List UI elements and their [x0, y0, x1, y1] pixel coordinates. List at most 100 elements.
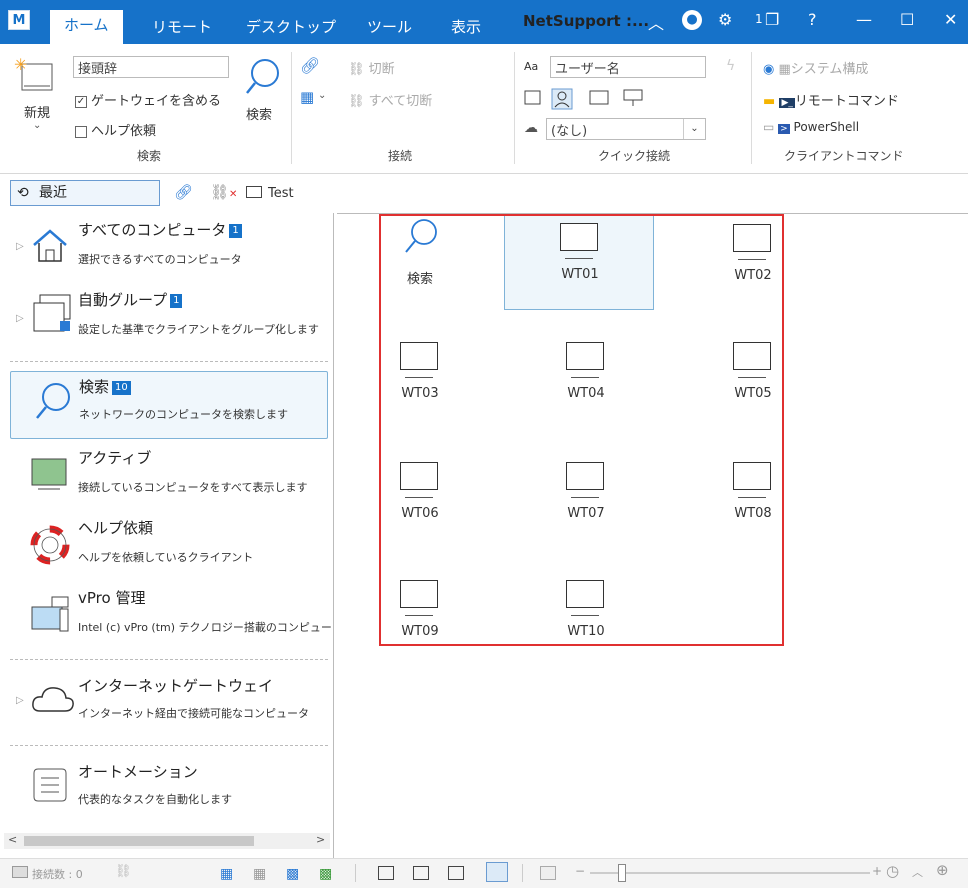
new-icon[interactable]: ✳ — [14, 56, 56, 94]
search-button[interactable]: 検索 — [246, 104, 272, 123]
scrollbar-thumb[interactable] — [24, 836, 254, 846]
collapse-ribbon-icon[interactable]: ︿ — [648, 10, 664, 34]
remote-command-button[interactable]: ▬ ▶_ リモートコマンド — [763, 90, 899, 109]
include-gateway-label: ゲートウェイを含める — [91, 94, 222, 109]
grid-connect-icon[interactable]: ▦ — [300, 88, 314, 106]
system-config-label: システム構成 — [790, 62, 869, 77]
tab-view[interactable]: 表示 — [437, 12, 495, 44]
test-label[interactable]: Test — [268, 186, 294, 201]
recent-dropdown[interactable]: ⟲ 最近 — [10, 180, 160, 206]
history-icon: ⟲ — [17, 185, 29, 201]
connection-count: 接続数 : 0 — [32, 868, 83, 881]
sidebar-item-title: オートメーション — [78, 763, 198, 781]
recent-label: 最近 — [39, 185, 67, 201]
eye-icon: ◉ — [763, 62, 779, 77]
link-icon[interactable]: 🔗︎ — [174, 183, 193, 201]
chevron-down-icon[interactable]: ⌄ — [318, 90, 326, 101]
clock-icon[interactable]: ◷ — [886, 862, 899, 880]
folder-icon: ▬ — [763, 94, 776, 109]
network-select[interactable]: (なし) ⌄ — [546, 118, 706, 140]
help-icon[interactable]: ? — [808, 10, 817, 29]
grid-icon: ▦ — [778, 62, 791, 77]
sidebar-item-all-computers[interactable]: ▷ すべてのコンピュータ 1 選択できるすべてのコンピュータ — [10, 217, 328, 281]
small-icons-view-icon[interactable]: ▦ — [253, 866, 269, 882]
scroll-right-icon[interactable]: > — [316, 833, 325, 846]
search-icon[interactable] — [244, 56, 282, 98]
sidebar-item-title: インターネットゲートウェイ — [78, 677, 274, 695]
group-divider — [291, 52, 292, 164]
connection-icon — [12, 866, 28, 878]
sidebar-item-desc: ネットワークのコンピュータを検索します — [79, 408, 288, 421]
new-dropdown-icon[interactable]: ⌄ — [33, 120, 41, 131]
gear-icon[interactable]: ⚙ — [718, 10, 732, 29]
notification-icon[interactable]: ❐ — [765, 10, 779, 29]
powershell-button[interactable]: ▭ > PowerShell — [763, 120, 859, 134]
expand-icon[interactable]: ▷ — [16, 313, 24, 324]
zoom-fit-icon[interactable] — [540, 866, 556, 880]
list-view-icon[interactable] — [378, 866, 394, 880]
large-icons-view-icon[interactable]: ▦ — [220, 866, 236, 882]
sidebar-item-title: vPro 管理 — [78, 589, 146, 607]
maximize-icon[interactable]: ☐ — [900, 10, 914, 29]
scroll-left-icon[interactable]: < — [8, 833, 17, 846]
sidebar-item-vpro[interactable]: vPro 管理 Intel (c) vPro (tm) テクノロジー搭載のコンピ… — [10, 587, 332, 651]
thumbnail-view-icon[interactable] — [486, 862, 508, 882]
image-icon: ▭ — [763, 120, 779, 134]
prefix-input[interactable]: 接頭辞 — [73, 56, 229, 78]
sidebar-item-help-request[interactable]: ヘルプ依頼 ヘルプを依頼しているクライアント — [10, 517, 328, 581]
include-gateway-checkbox[interactable]: ✓ ゲートウェイを含める — [75, 90, 221, 109]
sidebar-item-desc: ヘルプを依頼しているクライアント — [78, 551, 254, 564]
chevron-up-icon[interactable]: ︿ — [912, 864, 923, 880]
divider — [522, 864, 523, 882]
sidebar-item-active[interactable]: アクティブ 接続しているコンピュータをすべて表示します — [10, 447, 328, 511]
columns-view-icon[interactable] — [448, 866, 464, 880]
monitor-icon — [589, 90, 609, 105]
help-request-checkbox[interactable]: ヘルプ依頼 — [75, 120, 156, 139]
quick-connect-group-label: クイック接続 — [598, 149, 671, 163]
sidebar-item-automation[interactable]: オートメーション 代表的なタスクを自動化します — [10, 755, 328, 819]
tile-view-icon[interactable]: ▩ — [286, 866, 302, 882]
powershell-label: PowerShell — [793, 120, 860, 134]
new-button[interactable]: 新規 — [24, 102, 50, 121]
home-icon — [33, 229, 67, 262]
tab-home[interactable]: ホーム — [50, 10, 123, 44]
sidebar-item-auto-groups[interactable]: ▷ 自動グループ 1 設定した基準でクライアントをグループ化します — [10, 287, 328, 351]
group-icon — [33, 294, 71, 332]
zoom-slider-thumb[interactable] — [618, 864, 626, 882]
zoom-slider[interactable] — [590, 872, 870, 874]
magnifier-plus-icon[interactable]: ⊕ — [936, 861, 949, 879]
zoom-out-icon[interactable]: − — [575, 864, 585, 878]
scroll-icon — [33, 768, 67, 802]
chevron-down-icon[interactable]: ⌄ — [683, 119, 705, 139]
client-command-group-label: クライアントコマンド — [784, 149, 904, 163]
close-icon[interactable]: ✕ — [944, 10, 957, 29]
zoom-in-icon[interactable]: + — [872, 864, 882, 878]
user-icon[interactable]: ● — [682, 10, 702, 30]
lightning-icon[interactable]: ϟ — [726, 58, 735, 74]
system-config-button: ◉ ▦システム構成 — [763, 58, 868, 77]
unlink-icon[interactable]: ⛓✕ — [210, 183, 237, 201]
sidebar-scrollbar[interactable]: < > — [4, 833, 330, 849]
tab-remote[interactable]: リモート — [138, 12, 226, 44]
sidebar-item-internet-gateway[interactable]: ▷ インターネットゲートウェイ インターネット経由で接続可能なコンピュータ — [10, 669, 328, 733]
expand-icon[interactable]: ▷ — [16, 241, 24, 252]
window-title: NetSupport :... — [523, 12, 650, 30]
link-icon[interactable]: 🔗︎ — [300, 56, 320, 75]
checkbox-checked-icon[interactable]: ✓ — [75, 95, 87, 108]
divider — [10, 745, 328, 746]
vpro-icon — [31, 596, 69, 632]
expand-icon[interactable]: ▷ — [16, 695, 24, 706]
minimize-icon[interactable]: — — [856, 10, 872, 29]
disconnect-all-button: ⛓ すべて切断 — [348, 90, 432, 109]
tab-tools[interactable]: ツール — [353, 12, 426, 44]
tab-desktop[interactable]: デスクトップ — [232, 12, 350, 44]
app-icon[interactable]: M — [8, 10, 30, 30]
checkbox-icon[interactable] — [75, 125, 87, 138]
details-view-icon[interactable] — [413, 866, 429, 880]
sidebar-item-desc: 選択できるすべてのコンピュータ — [78, 253, 242, 266]
sidebar-item-search[interactable]: 検索 10 ネットワークのコンピュータを検索します — [10, 371, 328, 439]
netsupport-window: M ホーム リモート デスクトップ ツール 表示 NetSupport :...… — [0, 0, 968, 888]
username-input[interactable]: ユーザー名 — [550, 56, 706, 78]
connection-type-icons — [524, 88, 643, 110]
group-view-icon[interactable]: ▩ — [319, 866, 335, 882]
